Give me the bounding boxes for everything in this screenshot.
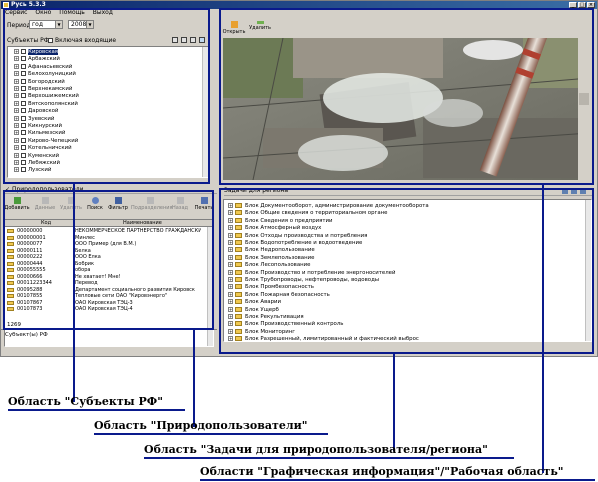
caption-underline <box>94 433 328 435</box>
arrow-graphics <box>542 185 544 473</box>
subjects-area-frame <box>3 8 210 184</box>
arrow-subjects <box>73 184 75 402</box>
users-footer: Субъект(ы) РФ <box>1 329 217 356</box>
arrow-users <box>193 330 195 427</box>
caption-users: Область "Природопользователи" <box>94 419 308 432</box>
users-area-frame <box>3 190 214 330</box>
caption-graphics: Области "Графическая информация"/"Рабоча… <box>200 465 564 478</box>
window-title: Русь 5.3.3 <box>11 1 46 8</box>
caption-underline <box>8 409 185 411</box>
subjects-tab[interactable]: Субъект(ы) РФ <box>5 332 48 338</box>
tasks-area-frame <box>219 188 594 354</box>
graphics-area-frame <box>219 8 594 185</box>
caption-underline <box>200 479 595 481</box>
caption-subjects: Область "Субъекты РФ" <box>8 395 163 408</box>
arrow-tasks <box>393 354 395 451</box>
caption-underline <box>144 457 514 459</box>
caption-tasks: Область "Задачи для природопользователя/… <box>144 443 488 456</box>
